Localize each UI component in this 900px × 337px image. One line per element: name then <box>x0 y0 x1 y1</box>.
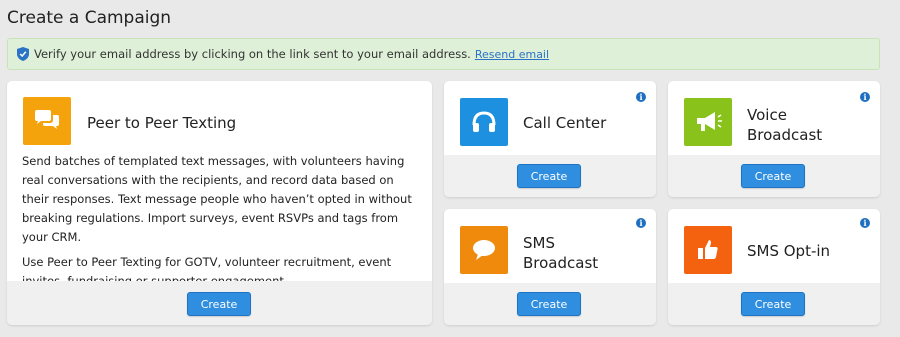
voice-broadcast-info-icon[interactable]: i <box>860 92 870 102</box>
resend-email-link[interactable]: Resend email <box>475 48 549 61</box>
sms-broadcast-title: SMS Broadcast <box>523 233 598 273</box>
alert-message: Verify your email address by clicking on… <box>34 47 471 61</box>
peer-to-peer-title: Peer to Peer Texting <box>87 114 237 132</box>
megaphone-icon <box>697 112 722 131</box>
voice-broadcast-title: Voice Broadcast <box>747 105 822 145</box>
card-sms-optin: SMS Opt-in i Create <box>668 209 880 325</box>
shield-check-icon <box>17 47 29 61</box>
sms-broadcast-info-icon[interactable]: i <box>636 218 646 228</box>
description-paragraph-1: Send batches of templated text messages,… <box>22 154 412 244</box>
sms-title-line1: SMS <box>523 234 555 252</box>
voice-title-line1: Voice <box>747 106 787 124</box>
page-title: Create a Campaign <box>7 8 172 28</box>
call-center-tile <box>460 98 508 146</box>
peer-to-peer-tile <box>23 97 71 145</box>
voice-broadcast-tile <box>684 98 732 146</box>
speech-bubble-icon <box>473 240 495 260</box>
voice-title-line2: Broadcast <box>747 126 823 144</box>
sms-title-line2: Broadcast <box>523 254 599 272</box>
card-sms-broadcast: SMS Broadcast i Create <box>444 209 656 325</box>
card-call-center: Call Center i Create <box>444 81 656 197</box>
peer-to-peer-description: Send batches of templated text messages,… <box>22 152 417 297</box>
verify-email-alert: Verify your email address by clicking on… <box>7 38 880 70</box>
sms-broadcast-tile <box>460 226 508 274</box>
call-center-info-icon[interactable]: i <box>636 92 646 102</box>
card-peer-to-peer: Peer to Peer Texting Send batches of tem… <box>7 81 432 325</box>
headset-icon <box>472 111 496 132</box>
card-voice-broadcast: Voice Broadcast i Create <box>668 81 880 197</box>
create-call-center-button[interactable]: Create <box>517 164 581 188</box>
sms-optin-info-icon[interactable]: i <box>860 218 870 228</box>
chat-bubbles-icon <box>35 110 59 129</box>
call-center-title: Call Center <box>523 114 607 132</box>
thumbs-up-icon <box>698 240 718 259</box>
create-voice-broadcast-button[interactable]: Create <box>741 164 805 188</box>
sms-optin-tile <box>684 226 732 274</box>
create-sms-optin-button[interactable]: Create <box>741 292 805 316</box>
create-peer-to-peer-button[interactable]: Create <box>187 292 251 316</box>
create-sms-broadcast-button[interactable]: Create <box>517 292 581 316</box>
sms-optin-title: SMS Opt-in <box>747 242 831 260</box>
